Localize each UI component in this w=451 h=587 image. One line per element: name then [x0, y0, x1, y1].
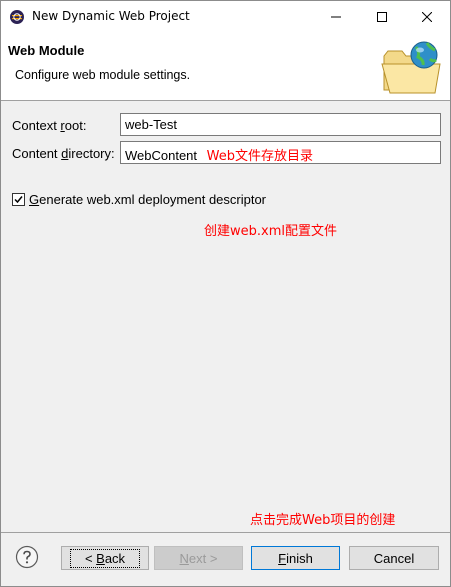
content-directory-label-prefix: Content — [12, 146, 62, 161]
window-title: New Dynamic Web Project — [32, 9, 190, 23]
minimize-button[interactable] — [313, 1, 359, 32]
back-button-focus: < Back — [69, 548, 141, 568]
next-button-suffix: ext > — [188, 550, 218, 566]
button-bar-separator — [1, 532, 450, 533]
context-root-label-suffix: oot: — [64, 118, 87, 133]
back-button-mnemonic: B — [96, 550, 105, 566]
close-icon — [422, 11, 432, 22]
generate-webxml-mnemonic: G — [29, 192, 40, 207]
context-root-input[interactable]: web-Test — [120, 113, 441, 136]
content-directory-value: WebContent — [125, 148, 198, 163]
context-root-label: Context root: — [12, 118, 86, 133]
generate-webxml-checkbox[interactable] — [12, 193, 25, 206]
close-button[interactable] — [404, 1, 450, 32]
content-directory-label-suffix: irectory: — [68, 146, 115, 161]
title-bar: New Dynamic Web Project — [1, 1, 450, 32]
back-button[interactable]: < Back — [61, 546, 149, 570]
next-button[interactable]: Next > — [154, 546, 243, 570]
maximize-button[interactable] — [359, 1, 405, 32]
finish-button-suffix: inish — [286, 550, 313, 566]
finish-button-label: Finish — [278, 551, 313, 566]
generate-webxml-option[interactable]: Generate web.xml deployment descriptor — [12, 192, 266, 207]
eclipse-icon — [10, 10, 24, 24]
content-directory-label: Content directory: — [12, 146, 115, 161]
page-description: Configure web module settings. — [15, 68, 191, 82]
webxml-annotation: 创建web.xml配置文件 — [204, 224, 337, 239]
context-root-label-prefix: Context — [12, 118, 61, 133]
page-title: Web Module — [8, 43, 85, 58]
web-project-folder-icon — [381, 41, 441, 94]
finish-annotation: 点击完成Web项目的创建 — [250, 513, 396, 528]
next-button-label: Next > — [180, 551, 218, 566]
content-directory-annotation: Web文件存放目录 — [206, 149, 313, 164]
finish-button-mnemonic: F — [278, 550, 287, 566]
back-button-prefix: < — [84, 550, 97, 566]
content-directory-input[interactable]: WebContent Web文件存放目录 — [120, 141, 441, 164]
generate-webxml-label: Generate web.xml deployment descriptor — [29, 192, 266, 207]
minimize-icon — [331, 16, 341, 17]
generate-webxml-label-suffix: enerate web.xml deployment descriptor — [39, 192, 267, 207]
checkmark-icon — [14, 196, 23, 204]
cancel-button-label: Cancel — [373, 550, 415, 566]
next-button-mnemonic: N — [179, 550, 189, 566]
help-icon[interactable] — [15, 545, 39, 569]
context-root-value: web-Test — [125, 117, 178, 132]
back-button-suffix: ack — [104, 550, 126, 566]
finish-button[interactable]: Finish — [251, 546, 340, 570]
cancel-button[interactable]: Cancel — [349, 546, 439, 570]
dialog-window: New Dynamic Web Project Web Module Confi… — [0, 0, 451, 587]
maximize-icon — [377, 11, 387, 22]
wizard-header: Web Module Configure web module settings… — [1, 32, 450, 101]
